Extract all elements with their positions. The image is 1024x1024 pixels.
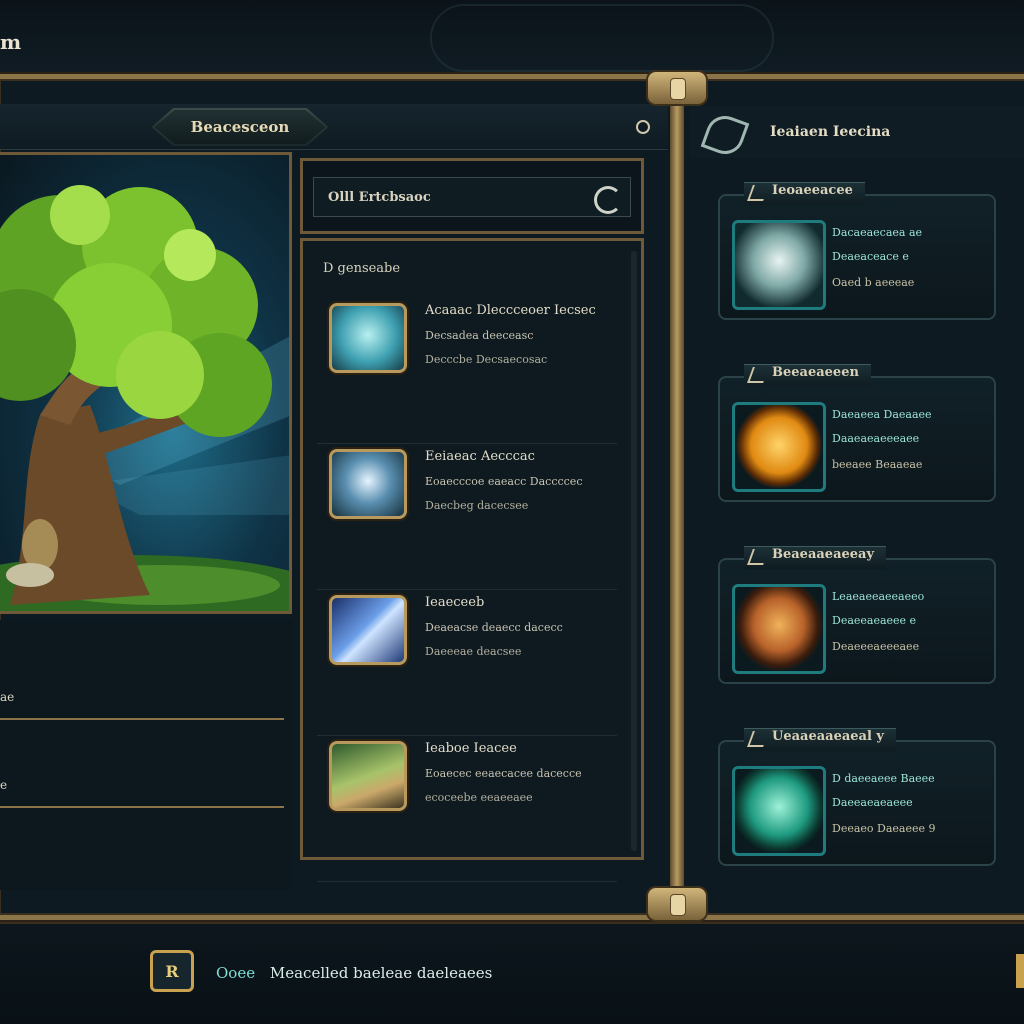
reward-card[interactable]: Ueaaeaaeaeal y D daeeaeee Baeee Daeeaeae… bbox=[718, 728, 996, 866]
leaf-horn-icon bbox=[329, 741, 407, 811]
top-bar bbox=[0, 0, 1024, 76]
list-item[interactable]: Eeiaeac Aecccac Eoaecccoe eaeacc Dacccce… bbox=[317, 449, 617, 590]
silver-gem-icon bbox=[732, 220, 826, 310]
leaf-emblem-icon bbox=[700, 110, 750, 160]
search-value: Olll Ertcbsaoc bbox=[328, 189, 431, 205]
card-detail: beeaee Beaaeae bbox=[832, 458, 923, 471]
item-title: Eeiaeac Aecccac bbox=[425, 449, 535, 464]
window-title: m bbox=[0, 30, 22, 54]
card-detail: Dacaeaecaea ae bbox=[832, 226, 923, 239]
swirl-icon[interactable] bbox=[594, 186, 622, 214]
water-swirl-icon bbox=[329, 303, 407, 373]
status-message: Meacelled baeleae daeleaees bbox=[269, 964, 493, 982]
gold-coin-icon bbox=[732, 402, 826, 492]
reward-card[interactable]: Beeaeaeeen Daeaeea Daeaaee Daaeaeaeeeaee… bbox=[718, 364, 996, 502]
amber-chalice-icon bbox=[732, 584, 826, 674]
item-title: Acaaac Dleccceoer Iecsec bbox=[425, 303, 596, 318]
item-title: Ieaeceeb bbox=[425, 595, 485, 610]
emerald-leaf-icon bbox=[732, 766, 826, 856]
card-tab: Ueaaeaaeaeal y bbox=[744, 728, 896, 751]
stat-row: e bbox=[0, 764, 284, 808]
reward-card[interactable]: Ieoaeeacee Dacaeaecaea ae Deaeaceace e O… bbox=[718, 182, 996, 320]
list-item[interactable]: Ieaeceeb Deaeacse deaecc dacecc Daeeeae … bbox=[317, 595, 617, 736]
card-detail: Deeaeo Daeaeee 9 bbox=[832, 822, 936, 835]
status-text: Ooee Meacelled baeleae daeleaees bbox=[216, 964, 492, 982]
left-panel-header bbox=[0, 104, 668, 150]
list-item[interactable]: Acaaac Dleccceoer Iecsec Decsadea deecea… bbox=[317, 303, 617, 444]
item-detail: Decsadea deeceasc bbox=[425, 329, 534, 342]
crystal-orb-icon bbox=[329, 449, 407, 519]
bottom-clasp bbox=[646, 886, 708, 922]
corner-button[interactable] bbox=[1016, 954, 1024, 988]
quest-icon[interactable]: R bbox=[150, 950, 194, 992]
stat-label: e bbox=[0, 778, 8, 792]
item-detail: Daecbeg dacecsee bbox=[425, 499, 529, 512]
card-detail: Deaeaceace e bbox=[832, 250, 909, 263]
right-panel-title: Ieaiaen Ieecina bbox=[770, 124, 891, 140]
options-dot-icon[interactable] bbox=[636, 120, 650, 134]
right-panel-header: Ieaiaen Ieecina bbox=[690, 106, 1024, 160]
left-info-area bbox=[0, 620, 292, 890]
item-title: Ieaboe Ieacee bbox=[425, 741, 517, 756]
card-detail: Daaeaeaeeeaee bbox=[832, 432, 920, 445]
status-tag: Ooee bbox=[216, 964, 256, 982]
card-detail: Oaed b aeeeae bbox=[832, 276, 915, 289]
list-item[interactable]: Ieaboe Ieacee Eoaecec eeaecacee dacecce … bbox=[317, 741, 617, 882]
stat-row: ae bbox=[0, 676, 284, 720]
card-detail: Deaeeaeaeee e bbox=[832, 614, 917, 627]
item-detail: Decccbe Decsaecosac bbox=[425, 353, 548, 366]
item-detail: Eoaecccoe eaeacc Daccccec bbox=[425, 475, 583, 488]
card-tab: Beeaeaeeen bbox=[744, 364, 871, 387]
item-detail: Deaeacse deaecc dacecc bbox=[425, 621, 563, 634]
search-panel: Olll Ertcbsaoc bbox=[300, 158, 644, 234]
tree-illustration bbox=[0, 152, 292, 614]
search-input[interactable]: Olll Ertcbsaoc bbox=[313, 177, 631, 217]
card-tab: Beaeaaeaeeay bbox=[744, 546, 887, 569]
list-scrollbar[interactable] bbox=[631, 251, 637, 851]
card-detail: D daeeaeee Baeee bbox=[832, 772, 935, 785]
top-clasp bbox=[646, 70, 708, 106]
left-panel-title: Beacesceon bbox=[152, 108, 328, 146]
reward-card[interactable]: Beaeaaeaeeay Leaeaeeaeeaeeo Deaeeaeaeee … bbox=[718, 546, 996, 684]
quest-icon-label: R bbox=[165, 961, 179, 981]
card-detail: Deaeeeaeeeaee bbox=[832, 640, 920, 653]
card-tab: Ieoaeeacee bbox=[744, 182, 865, 205]
card-detail: Daeaeea Daeaaee bbox=[832, 408, 932, 421]
blue-shard-icon bbox=[329, 595, 407, 665]
panel-divider bbox=[670, 100, 684, 900]
card-detail: Daeeaeaeaeee bbox=[832, 796, 913, 809]
card-detail: Leaeaeeaeeaeeo bbox=[832, 590, 925, 603]
item-detail: ecoceebe eeaeeaee bbox=[425, 791, 533, 804]
stat-label: ae bbox=[0, 690, 15, 704]
list-heading: D genseabe bbox=[323, 261, 401, 276]
item-detail: Eoaecec eeaecacee dacecce bbox=[425, 767, 582, 780]
item-list: D genseabe Acaaac Dleccceoer Iecsec Decs… bbox=[300, 238, 644, 882]
top-ornament bbox=[430, 4, 774, 72]
item-detail: Daeeeae deacsee bbox=[425, 645, 522, 658]
